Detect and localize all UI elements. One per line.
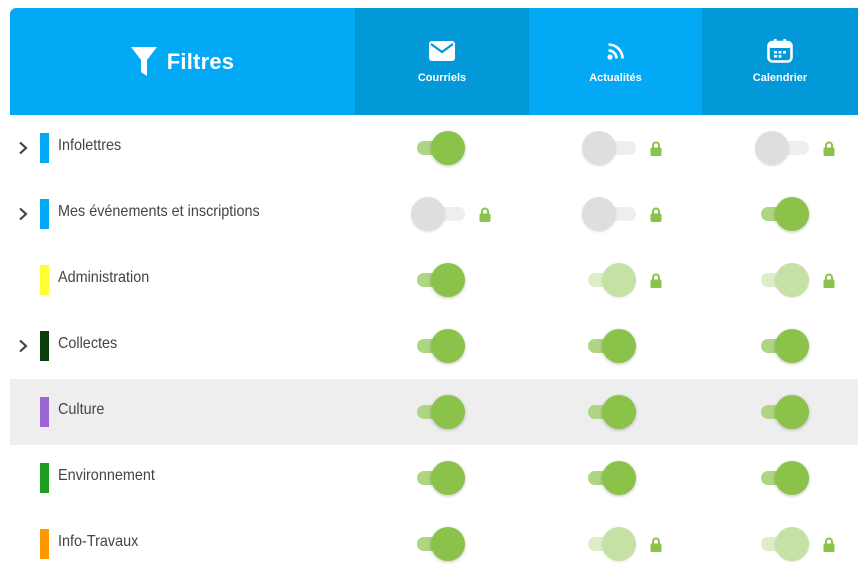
category-color-bar xyxy=(40,265,49,295)
filter-label: Info-Travaux xyxy=(58,533,139,550)
toggle-cell-actualites xyxy=(580,247,662,313)
toggle-switch-courriels[interactable] xyxy=(409,527,465,561)
toggle-cell-actualites xyxy=(580,445,636,511)
column-label-courriels: Courriels xyxy=(417,71,467,84)
filter-icon xyxy=(130,46,157,76)
toggle-cell-courriels xyxy=(409,511,465,577)
column-header-calendrier[interactable]: Calendrier xyxy=(702,8,858,115)
envelope-icon xyxy=(429,40,455,62)
rss-icon xyxy=(606,40,625,62)
column-header-actualites[interactable]: Actualités xyxy=(529,8,702,115)
toggle-switch-actualites xyxy=(580,197,636,231)
lock-icon xyxy=(650,140,662,156)
toggle-cell-actualites xyxy=(580,313,636,379)
toggle-cell-calendrier xyxy=(753,115,835,181)
toggle-switch-calendrier[interactable] xyxy=(753,197,809,231)
toggle-cell-courriels xyxy=(409,313,465,379)
category-color-bar xyxy=(40,133,49,163)
filter-row: Mes événements et inscriptions xyxy=(10,181,858,247)
toggle-cell-courriels xyxy=(409,379,465,445)
filters-title: Filtres xyxy=(166,48,235,74)
toggle-switch-actualites xyxy=(580,527,636,561)
toggle-cell-calendrier xyxy=(753,313,809,379)
category-color-bar xyxy=(40,463,49,493)
chevron-right-icon[interactable] xyxy=(16,336,30,356)
toggle-cell-calendrier xyxy=(753,247,835,313)
filter-row: Culture xyxy=(10,379,858,445)
toggle-cell-actualites xyxy=(580,379,636,445)
filter-label: Environnement xyxy=(58,467,155,484)
toggle-switch-actualites[interactable] xyxy=(580,461,636,495)
toggle-switch-courriels[interactable] xyxy=(409,131,465,165)
toggle-switch-courriels[interactable] xyxy=(409,263,465,297)
lock-icon xyxy=(650,272,662,288)
filter-row: Info-Travaux xyxy=(10,511,858,577)
lock-icon xyxy=(650,536,662,552)
filter-row: Environnement xyxy=(10,445,858,511)
toggle-switch-courriels[interactable] xyxy=(409,461,465,495)
toggle-switch-calendrier[interactable] xyxy=(753,329,809,363)
filter-row: Infolettres xyxy=(10,115,858,181)
filter-label: Mes événements et inscriptions xyxy=(58,203,260,220)
toggle-cell-courriels xyxy=(409,181,491,247)
filter-label: Administration xyxy=(58,269,150,286)
toggle-switch-actualites xyxy=(580,263,636,297)
toggle-switch-actualites xyxy=(580,131,636,165)
filter-label: Culture xyxy=(58,401,105,418)
toggle-switch-courriels[interactable] xyxy=(409,395,465,429)
filters-title-cell: Filtres xyxy=(10,8,355,115)
toggle-cell-courriels xyxy=(409,445,465,511)
toggle-switch-calendrier[interactable] xyxy=(753,461,809,495)
toggle-cell-courriels xyxy=(409,247,465,313)
toggle-switch-actualites[interactable] xyxy=(580,329,636,363)
filter-row: Collectes xyxy=(10,313,858,379)
lock-icon xyxy=(479,206,491,222)
lock-icon xyxy=(650,206,662,222)
toggle-switch-actualites[interactable] xyxy=(580,395,636,429)
toggle-cell-calendrier xyxy=(753,181,809,247)
lock-icon xyxy=(823,140,835,156)
calendar-icon xyxy=(767,38,793,63)
toggle-switch-calendrier xyxy=(753,263,809,297)
toggle-switch-courriels xyxy=(409,197,465,231)
toggle-switch-courriels[interactable] xyxy=(409,329,465,363)
toggle-switch-calendrier xyxy=(753,131,809,165)
filter-label: Collectes xyxy=(58,335,118,352)
toggle-switch-calendrier xyxy=(753,527,809,561)
filters-header: Filtres Courriels Actualités Calendrier xyxy=(10,8,858,115)
chevron-right-icon[interactable] xyxy=(16,138,30,158)
toggle-cell-calendrier xyxy=(753,511,835,577)
lock-icon xyxy=(823,272,835,288)
toggle-cell-actualites xyxy=(580,181,662,247)
filter-label: Infolettres xyxy=(58,137,122,154)
column-label-calendrier: Calendrier xyxy=(752,71,808,84)
category-color-bar xyxy=(40,397,49,427)
filter-row: Administration xyxy=(10,247,858,313)
column-header-courriels[interactable]: Courriels xyxy=(355,8,529,115)
category-color-bar xyxy=(40,199,49,229)
chevron-right-icon[interactable] xyxy=(16,204,30,224)
lock-icon xyxy=(823,536,835,552)
toggle-switch-calendrier[interactable] xyxy=(753,395,809,429)
toggle-cell-actualites xyxy=(580,511,662,577)
filter-list: Infolettres Mes événements et inscription… xyxy=(10,115,858,577)
category-color-bar xyxy=(40,331,49,361)
toggle-cell-calendrier xyxy=(753,379,809,445)
category-color-bar xyxy=(40,529,49,559)
toggle-cell-actualites xyxy=(580,115,662,181)
toggle-cell-courriels xyxy=(409,115,465,181)
toggle-cell-calendrier xyxy=(753,445,809,511)
column-label-actualites: Actualités xyxy=(589,71,642,84)
